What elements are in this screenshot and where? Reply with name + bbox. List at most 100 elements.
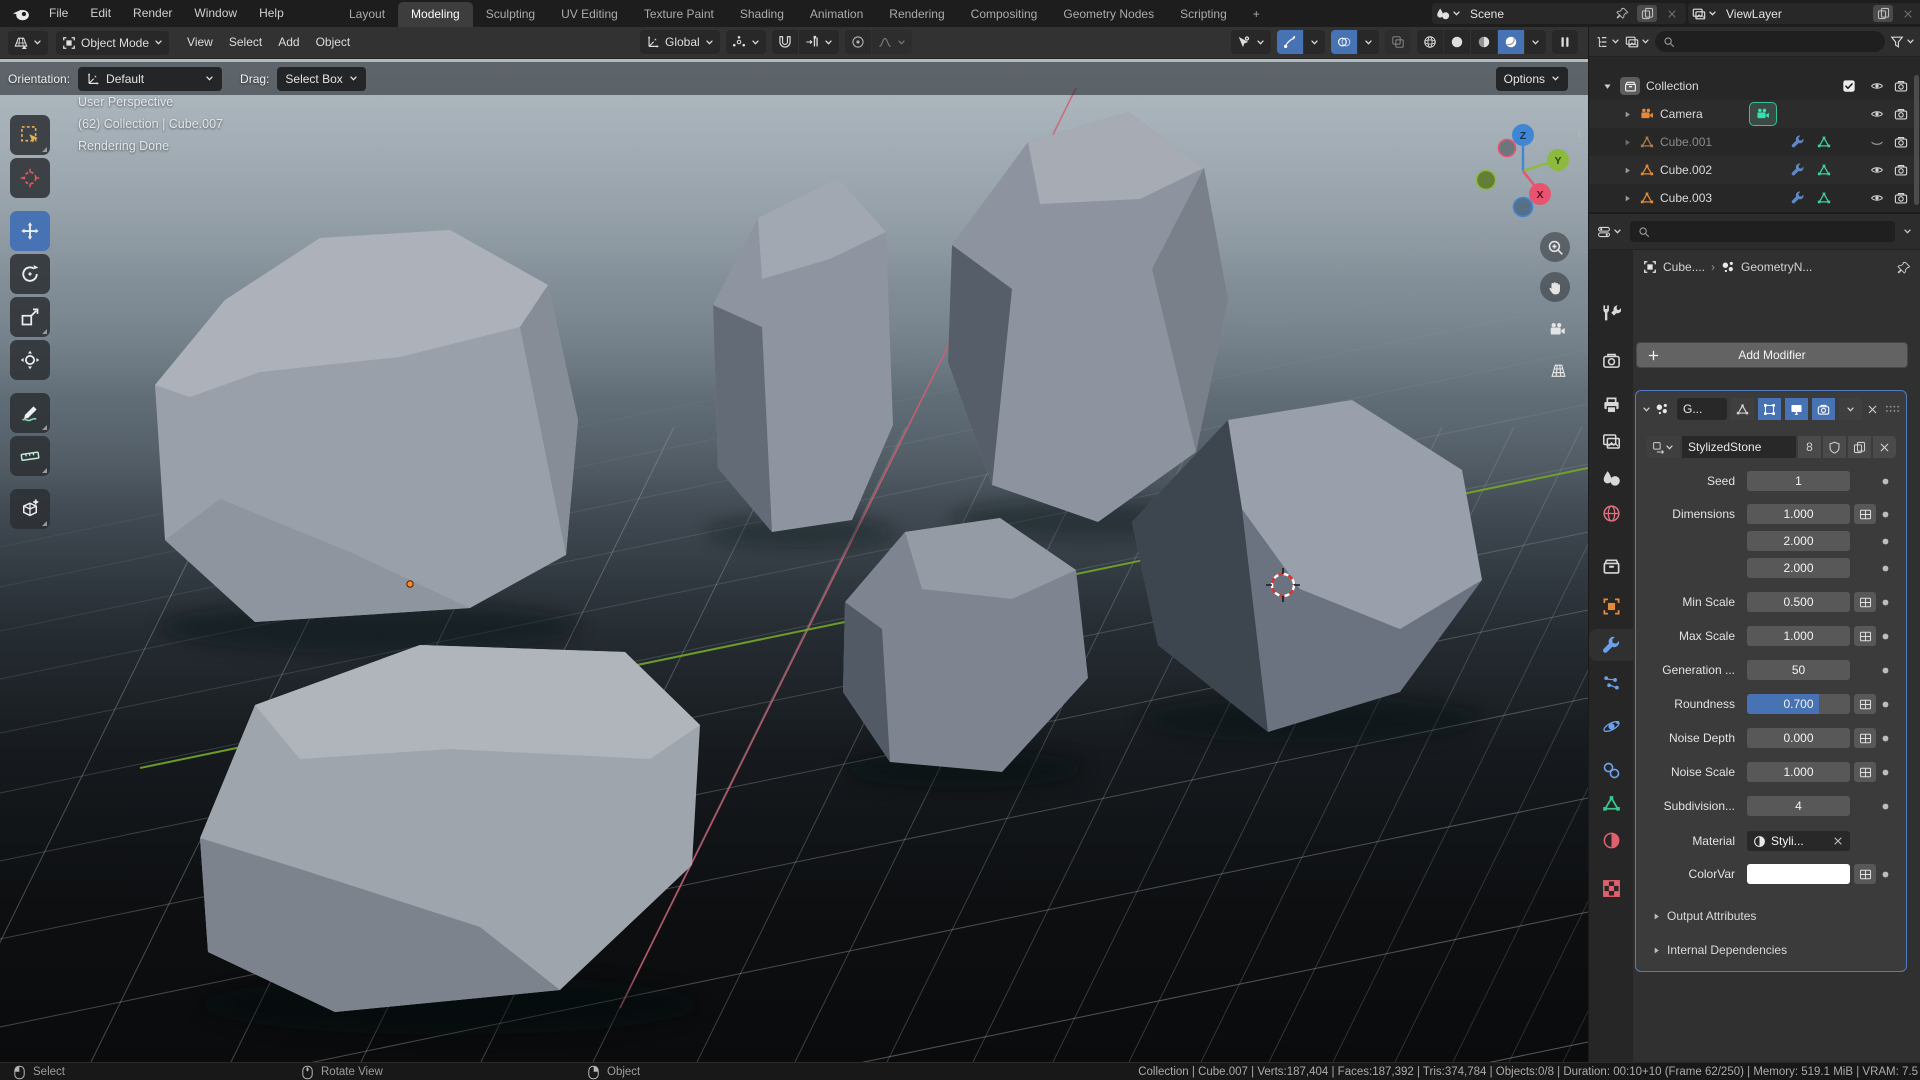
- tab-uv-editing[interactable]: UV Editing: [548, 2, 631, 27]
- new-scene-icon[interactable]: [1637, 5, 1657, 22]
- outliner-row-camera[interactable]: Camera: [1589, 100, 1920, 128]
- viewlayer-icon[interactable]: [1692, 7, 1717, 21]
- tab-view-layer[interactable]: [1589, 425, 1633, 457]
- scene-selector[interactable]: Scene: [1432, 3, 1686, 24]
- animate-decorator-icon[interactable]: [1881, 870, 1890, 879]
- breadcrumb-modifier[interactable]: GeometryN...: [1741, 260, 1812, 274]
- breadcrumb-object[interactable]: Cube....: [1663, 260, 1705, 274]
- unlink-node-group-icon[interactable]: [1873, 436, 1896, 458]
- subdivision-field[interactable]: 4: [1747, 796, 1850, 816]
- modifier-name-field[interactable]: G...: [1677, 398, 1727, 420]
- input-attribute-toggle-icon[interactable]: [1854, 864, 1876, 884]
- add-workspace-button[interactable]: +: [1240, 2, 1273, 27]
- toggle-edit-mode[interactable]: [1758, 398, 1781, 420]
- stone-object-5[interactable]: [843, 518, 1088, 772]
- xray-toggle[interactable]: [1385, 30, 1411, 54]
- animate-decorator-icon[interactable]: [1881, 564, 1890, 573]
- hide-viewport-icon[interactable]: [1870, 191, 1884, 205]
- mode-selector[interactable]: Object Mode: [56, 31, 169, 55]
- outliner-row-cube002[interactable]: Cube.002: [1589, 156, 1920, 184]
- outliner-search-input[interactable]: [1655, 31, 1885, 52]
- shading-wireframe-button[interactable]: [1417, 30, 1443, 54]
- animate-decorator-icon[interactable]: [1881, 477, 1890, 486]
- tool-move[interactable]: [10, 211, 50, 251]
- hide-viewport-icon[interactable]: [1870, 79, 1884, 93]
- disable-render-icon[interactable]: [1894, 79, 1908, 93]
- hide-viewport-icon[interactable]: [1870, 107, 1884, 121]
- stone-object-2[interactable]: [200, 645, 700, 1012]
- toggle-render[interactable]: [1812, 398, 1835, 420]
- tab-geometry-nodes[interactable]: Geometry Nodes: [1050, 2, 1167, 27]
- tab-scripting[interactable]: Scripting: [1167, 2, 1240, 27]
- input-attribute-toggle-icon[interactable]: [1854, 592, 1876, 612]
- node-group-name-field[interactable]: StylizedStone: [1682, 436, 1796, 458]
- new-viewlayer-icon[interactable]: [1873, 5, 1893, 22]
- animate-decorator-icon[interactable]: [1881, 700, 1890, 709]
- tool-measure[interactable]: [10, 436, 50, 476]
- collapse-icon[interactable]: [1603, 82, 1612, 91]
- gizmo-axis-y-neg[interactable]: [1477, 171, 1496, 190]
- tab-tool[interactable]: [1589, 297, 1633, 329]
- animate-decorator-icon[interactable]: [1881, 802, 1890, 811]
- tab-sculpting[interactable]: Sculpting: [473, 2, 548, 27]
- outliner-scrollbar[interactable]: [1914, 75, 1919, 205]
- disable-render-icon[interactable]: [1894, 135, 1908, 149]
- object-name[interactable]: Cube.002: [1660, 163, 1712, 177]
- 3d-viewport[interactable]: Z Y X Object Mode View Select Add Object: [0, 27, 1588, 1062]
- toggle-on-cage[interactable]: [1731, 398, 1754, 420]
- animate-decorator-icon[interactable]: [1881, 768, 1890, 777]
- snap-target-selector[interactable]: [799, 30, 839, 54]
- gizmos-dropdown[interactable]: [1304, 30, 1325, 54]
- menu-render[interactable]: Render: [122, 0, 183, 27]
- colorvar-swatch[interactable]: [1747, 864, 1850, 884]
- material-selector[interactable]: Styli...: [1747, 831, 1850, 851]
- menu-object[interactable]: Object: [308, 27, 359, 58]
- stone-object-3[interactable]: [713, 178, 893, 532]
- tool-3d-cursor[interactable]: [10, 158, 50, 198]
- stone-object-1[interactable]: [155, 230, 578, 622]
- menu-file[interactable]: File: [38, 0, 79, 27]
- tab-collection[interactable]: [1589, 550, 1633, 582]
- users-count-button[interactable]: 8: [1798, 436, 1821, 458]
- noise-scale-field[interactable]: 1.000: [1747, 762, 1850, 782]
- tool-select-box[interactable]: [10, 115, 50, 155]
- expand-icon[interactable]: [1623, 166, 1632, 175]
- zoom-view-button[interactable]: [1540, 232, 1570, 262]
- dimensions-x-field[interactable]: 1.000: [1747, 504, 1850, 524]
- expand-icon[interactable]: [1623, 110, 1632, 119]
- outliner-filter-button[interactable]: [1890, 35, 1915, 49]
- pin-scene-icon[interactable]: [1612, 5, 1632, 22]
- expand-icon[interactable]: [1623, 138, 1632, 147]
- menu-help[interactable]: Help: [248, 0, 295, 27]
- properties-options-icon[interactable]: [1903, 227, 1912, 236]
- fake-user-shield-icon[interactable]: [1823, 436, 1846, 458]
- object-name[interactable]: Cube.003: [1660, 191, 1712, 205]
- duplicate-node-group-icon[interactable]: [1848, 436, 1871, 458]
- generation-field[interactable]: 50: [1747, 660, 1850, 680]
- gizmos-toggle[interactable]: [1277, 30, 1303, 54]
- tool-scale[interactable]: [10, 297, 50, 337]
- tab-rendering[interactable]: Rendering: [876, 2, 957, 27]
- tab-output[interactable]: [1589, 389, 1633, 421]
- toggle-realtime[interactable]: [1785, 398, 1808, 420]
- tool-rotate[interactable]: [10, 254, 50, 294]
- animate-decorator-icon[interactable]: [1881, 598, 1890, 607]
- outliner-row-cube001[interactable]: Cube.001: [1589, 128, 1920, 156]
- outliner-row-cube003[interactable]: Cube.003: [1589, 184, 1920, 212]
- input-attribute-toggle-icon[interactable]: [1854, 626, 1876, 646]
- animate-decorator-icon[interactable]: [1881, 537, 1890, 546]
- add-modifier-button[interactable]: Add Modifier: [1636, 342, 1908, 368]
- proportional-falloff-selector[interactable]: [872, 30, 912, 54]
- object-name[interactable]: Camera: [1660, 107, 1703, 121]
- menu-view[interactable]: View: [179, 27, 221, 58]
- drag-mode-dropdown[interactable]: Select Box: [277, 67, 365, 91]
- transform-orientation-selector[interactable]: Global: [640, 30, 720, 54]
- menu-window[interactable]: Window: [183, 0, 248, 27]
- animate-decorator-icon[interactable]: [1881, 734, 1890, 743]
- animate-decorator-icon[interactable]: [1881, 666, 1890, 675]
- dimensions-y-field[interactable]: 2.000: [1747, 531, 1850, 551]
- tab-texture-paint[interactable]: Texture Paint: [631, 2, 727, 27]
- orientation-dropdown[interactable]: Default: [78, 67, 222, 91]
- input-attribute-toggle-icon[interactable]: [1854, 694, 1876, 714]
- collapse-panel-icon[interactable]: [1642, 405, 1651, 414]
